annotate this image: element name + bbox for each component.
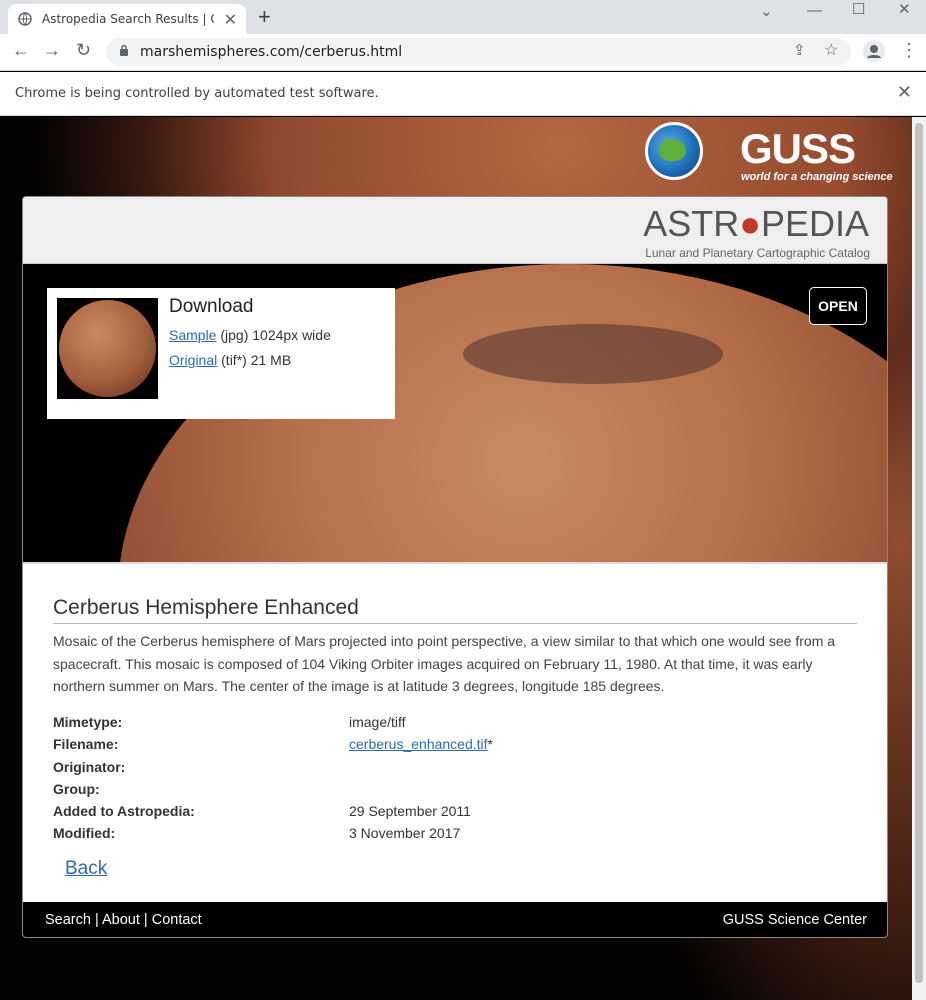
browser-tab[interactable]: Astropedia Search Results | GUSS ✕ (8, 4, 246, 34)
open-button[interactable]: OPEN (809, 287, 867, 325)
original-link[interactable]: Original (169, 352, 217, 368)
meta-row-originator: Originator: (53, 759, 126, 775)
minimize-icon[interactable]: — (807, 2, 822, 19)
meta-row-modified: Modified: 3 November 2017 (53, 825, 461, 841)
result-card: ASTR●PEDIA Lunar and Planetary Cartograp… (22, 196, 888, 938)
meta-row-filename: Filename: cerberus_enhanced.tif* (53, 736, 493, 752)
footer-search-link[interactable]: Search (45, 912, 91, 928)
window-close-icon[interactable]: ✕ (898, 0, 911, 18)
automation-infobar: Chrome is being controlled by automated … (0, 72, 926, 116)
download-panel: Download Sample (jpg) 1024px wide Origin… (47, 288, 395, 419)
scrollbar-thumb[interactable] (915, 123, 923, 983)
tab-close-icon[interactable]: ✕ (224, 10, 237, 30)
tab-search-icon[interactable]: ⌄ (760, 2, 773, 20)
kebab-menu-icon[interactable]: ⋮ (900, 40, 918, 61)
browser-tab-bar: Astropedia Search Results | GUSS ✕ + ⌄ —… (0, 0, 926, 34)
meta-row-added: Added to Astropedia: 29 September 2011 (53, 803, 471, 819)
maximize-icon[interactable]: ☐ (852, 0, 865, 18)
footer-center-name: GUSS Science Center (722, 912, 867, 928)
meta-row-group: Group: (53, 781, 100, 797)
sample-link[interactable]: Sample (169, 327, 216, 343)
globe-logo-icon (645, 122, 703, 180)
browser-toolbar: ← → ↻ marshemispheres.com/cerberus.html … (0, 34, 926, 71)
footer-nav: Search | About | Contact (45, 912, 202, 928)
original-row: Original (tif*) 21 MB (169, 352, 291, 368)
infobar-text: Chrome is being controlled by automated … (15, 86, 379, 101)
page-footer: Search | About | Contact GUSS Science Ce… (23, 902, 887, 937)
profile-icon[interactable] (863, 40, 885, 62)
product-details: Cerberus Hemisphere Enhanced Mosaic of t… (23, 562, 887, 902)
lock-icon (120, 44, 128, 56)
footer-contact-link[interactable]: Contact (152, 912, 202, 928)
globe-icon (18, 12, 32, 26)
meta-row-mimetype: Mimetype: image/tiff (53, 714, 406, 730)
agency-logo[interactable]: GUSS (740, 125, 856, 173)
tab-title: Astropedia Search Results | GUSS (42, 12, 214, 26)
infobar-close-icon[interactable]: ✕ (897, 82, 912, 103)
arrow-right-icon[interactable]: → (43, 40, 61, 61)
title-divider (53, 623, 857, 624)
footer-about-link[interactable]: About (102, 912, 140, 928)
product-description: Mosaic of the Cerberus hemisphere of Mar… (53, 633, 836, 694)
catalog-subtitle: Lunar and Planetary Cartographic Catalog (645, 246, 870, 260)
page-title: Cerberus Hemisphere Enhanced (53, 596, 359, 619)
thumbnail-image[interactable] (57, 298, 158, 399)
star-icon[interactable]: ☆ (824, 40, 838, 60)
sample-info: (jpg) 1024px wide (216, 327, 331, 343)
arrow-left-icon[interactable]: ← (12, 40, 30, 61)
filename-link[interactable]: cerberus_enhanced.tif (349, 736, 488, 752)
new-tab-icon[interactable]: + (258, 4, 271, 30)
address-bar[interactable]: marshemispheres.com/cerberus.html ⇪ ☆ (106, 38, 851, 66)
reload-icon[interactable]: ↻ (76, 40, 91, 61)
card-header: ASTR●PEDIA Lunar and Planetary Cartograp… (23, 197, 887, 264)
url-text: marshemispheres.com/cerberus.html (140, 44, 403, 60)
page-scrollbar[interactable] (912, 117, 926, 1000)
astropedia-logo[interactable]: ASTR●PEDIA (643, 203, 869, 245)
page-viewport: GUSS world for a changing science ASTR●P… (0, 117, 912, 1000)
sample-row: Sample (jpg) 1024px wide (169, 327, 331, 343)
hero-image: Download Sample (jpg) 1024px wide Origin… (23, 264, 887, 562)
agency-tagline: world for a changing science (741, 171, 893, 183)
back-link[interactable]: Back (65, 858, 107, 880)
download-heading: Download (169, 296, 254, 317)
share-icon[interactable]: ⇪ (793, 41, 806, 59)
original-info: (tif*) 21 MB (217, 352, 292, 368)
